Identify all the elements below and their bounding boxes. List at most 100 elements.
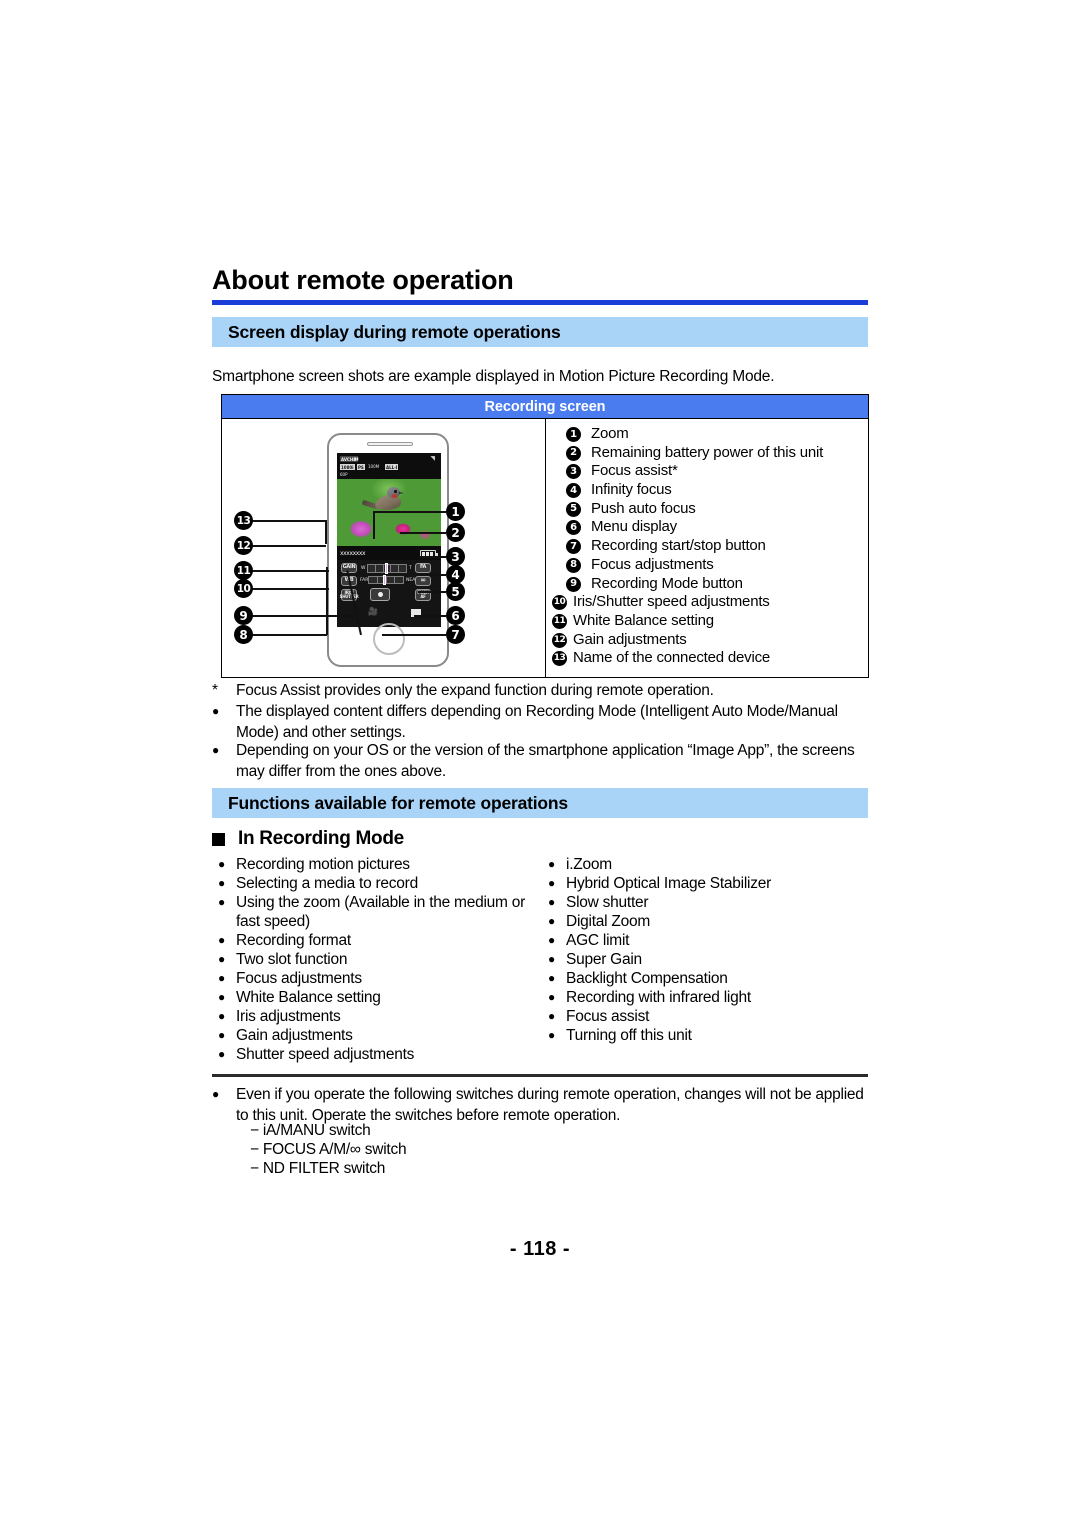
note-marker: ● bbox=[212, 1087, 219, 1101]
focus-slider-knob[interactable] bbox=[383, 575, 386, 585]
legend-row: 6 Menu display bbox=[552, 518, 868, 537]
recording-mode-button[interactable]: 🎥 bbox=[368, 608, 378, 616]
callout-7: 7 bbox=[446, 625, 465, 644]
leader-line-10 bbox=[252, 588, 329, 590]
phone-mockup: AVCHD ▮▮ ◥ 1080i PS 100M ALL-I 60P xxxxx… bbox=[222, 419, 546, 677]
list-item: ● Two slot function bbox=[218, 950, 538, 969]
status-chip-alli: ALL-I bbox=[385, 464, 399, 470]
legend-row: 2 Remaining battery power of this unit bbox=[552, 444, 868, 463]
list-item-label: Selecting a media to record bbox=[236, 875, 418, 892]
list-item-label: Recording motion pictures bbox=[236, 856, 410, 873]
legend-number-11: 11 bbox=[552, 613, 567, 629]
gain-button[interactable]: GAIN bbox=[341, 563, 357, 573]
leader-line-8-v bbox=[326, 567, 328, 635]
table-body: AVCHD ▮▮ ◥ 1080i PS 100M ALL-I 60P xxxxx… bbox=[222, 419, 868, 677]
phone-home-button[interactable] bbox=[373, 623, 405, 655]
list-item-label: Focus adjustments bbox=[236, 970, 362, 987]
legend-number-13: 13 bbox=[552, 651, 567, 667]
bullet-icon: ● bbox=[548, 990, 555, 1004]
leader-line-6 bbox=[414, 615, 446, 617]
legend-number-12: 12 bbox=[552, 632, 567, 648]
legend-number-7: 7 bbox=[566, 539, 581, 555]
section-heading-screen-display: Screen display during remote operations bbox=[212, 317, 868, 347]
callout-1: 1 bbox=[446, 502, 465, 521]
bullet-icon: ● bbox=[218, 933, 225, 947]
list-item-label: Backlight Compensation bbox=[566, 970, 728, 987]
callout-8: 8 bbox=[234, 625, 253, 644]
dash-icon: − bbox=[250, 1122, 263, 1139]
list-item-label: AGC limit bbox=[566, 932, 630, 949]
page-title: About remote operation bbox=[212, 265, 514, 295]
note-text: Even if you operate the following switch… bbox=[236, 1086, 864, 1124]
bullet-icon: ● bbox=[548, 876, 555, 890]
infinity-focus-button[interactable]: ∞ bbox=[415, 576, 431, 586]
legend-label-8: Focus adjustments bbox=[591, 555, 714, 573]
callout-5: 5 bbox=[446, 582, 465, 601]
zoom-slider-knob[interactable] bbox=[385, 563, 388, 574]
phone-speaker-icon bbox=[367, 442, 413, 446]
page-number: - 118 - bbox=[509, 1238, 571, 1260]
dash-icon: − bbox=[250, 1160, 263, 1177]
zoom-wide-label: W bbox=[361, 566, 366, 571]
legend-row: 1 Zoom bbox=[552, 425, 868, 444]
bullet-icon: ● bbox=[218, 876, 225, 890]
bullet-icon: ● bbox=[218, 895, 225, 909]
wifi-icon: ◥ bbox=[430, 456, 435, 462]
list-item-label: Turning off this unit bbox=[566, 1027, 692, 1044]
list-item: ● Turning off this unit bbox=[548, 1026, 868, 1045]
legend-row: 13 Name of the connected device bbox=[552, 649, 868, 668]
title-underline bbox=[212, 300, 868, 305]
list-item: ● Recording motion pictures bbox=[218, 855, 538, 874]
legend-row: 11 White Balance setting bbox=[552, 612, 868, 631]
note-text: The displayed content differs depending … bbox=[236, 703, 838, 741]
leader-line-2 bbox=[400, 532, 446, 534]
legend-row: 12 Gain adjustments bbox=[552, 631, 868, 650]
switch-label: ND FILTER switch bbox=[262, 1160, 386, 1177]
focus-assist-button[interactable]: FA bbox=[415, 563, 431, 573]
screen-status-bar: AVCHD ▮▮ ◥ 1080i PS 100M ALL-I 60P bbox=[337, 453, 441, 479]
legend-label-2: Remaining battery power of this unit bbox=[591, 443, 824, 461]
bird-eye bbox=[394, 490, 397, 493]
bullet-icon: ● bbox=[218, 971, 225, 985]
status-chip-1080i: 1080i bbox=[340, 464, 355, 470]
list-item: ● Super Gain bbox=[548, 950, 868, 969]
list-item: ● Shutter speed adjustments bbox=[218, 1045, 538, 1064]
list-item: ● Focus adjustments bbox=[218, 969, 538, 988]
legend-row: 10 Iris/Shutter speed adjustments bbox=[552, 593, 868, 612]
bullet-icon: ● bbox=[548, 1028, 555, 1042]
phone-body: AVCHD ▮▮ ◥ 1080i PS 100M ALL-I 60P xxxxx… bbox=[327, 433, 449, 667]
note-text: Focus Assist provides only the expand fu… bbox=[236, 682, 714, 699]
bullet-icon: ● bbox=[218, 857, 225, 871]
live-view-photo bbox=[337, 479, 441, 546]
bullet-icon: ● bbox=[548, 952, 555, 966]
note-switches: ● Even if you operate the following swit… bbox=[212, 1084, 867, 1126]
list-item: ● Iris adjustments bbox=[218, 1007, 538, 1026]
list-item-label: Digital Zoom bbox=[566, 913, 650, 930]
leader-line-7 bbox=[382, 634, 446, 636]
record-start-stop-button[interactable] bbox=[370, 588, 390, 601]
callout-3: 3 bbox=[446, 547, 465, 566]
subheading-in-recording-mode: In Recording Mode bbox=[212, 828, 404, 850]
legend-number-8: 8 bbox=[566, 557, 581, 573]
status-chip-60p: 60P bbox=[340, 472, 348, 477]
table-header-label: Recording screen bbox=[484, 398, 606, 415]
list-item: ● Slow shutter bbox=[548, 893, 868, 912]
switch-item-focus: − FOCUS A/M/∞ switch bbox=[250, 1141, 407, 1159]
bullet-icon: ● bbox=[218, 1009, 225, 1023]
leader-line-13 bbox=[252, 520, 327, 522]
legend-number-2: 2 bbox=[566, 445, 581, 461]
legend-row: 4 Infinity focus bbox=[552, 481, 868, 500]
bullet-icon: ● bbox=[548, 1009, 555, 1023]
list-item-label: Two slot function bbox=[236, 951, 348, 968]
list-item: ● Using the zoom (Available in the medium… bbox=[218, 893, 536, 931]
section-heading-functions-label: Functions available for remote operation… bbox=[228, 792, 568, 813]
legend-row: 9 Recording Mode button bbox=[552, 575, 868, 594]
switch-item-ia-manu: − iA/MANU switch bbox=[250, 1122, 371, 1140]
list-item: ● White Balance setting bbox=[218, 988, 538, 1007]
focus-slider[interactable] bbox=[368, 576, 404, 584]
legend-label-10: Iris/Shutter speed adjustments bbox=[573, 593, 770, 611]
legend-label-9: Recording Mode button bbox=[591, 574, 743, 592]
callout-13: 13 bbox=[234, 511, 253, 530]
list-item-label: Shutter speed adjustments bbox=[236, 1046, 415, 1063]
iris-shutter-button[interactable]: IRIS/ SHUTTER bbox=[340, 589, 359, 601]
